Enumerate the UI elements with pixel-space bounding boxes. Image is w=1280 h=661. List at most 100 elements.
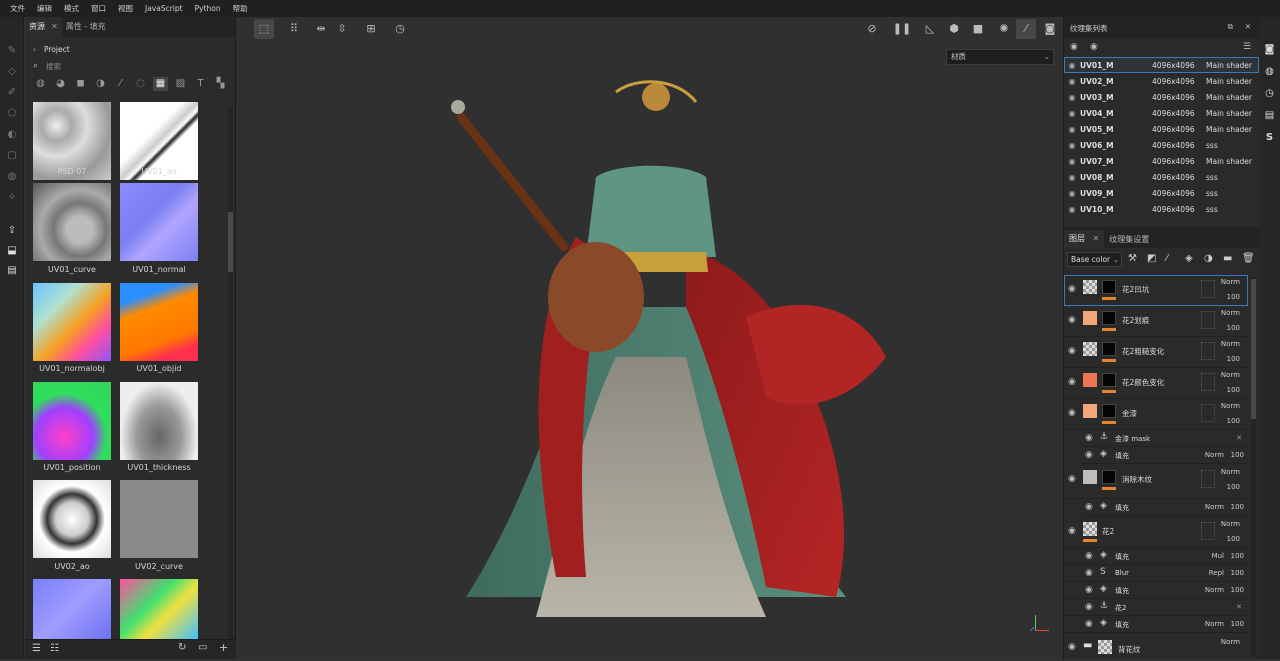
eye-icon[interactable]: ◉ (1085, 602, 1093, 612)
eye-icon[interactable]: ◉ (1064, 77, 1080, 86)
menu-file[interactable]: 文件 (10, 3, 25, 14)
blend-mode[interactable]: Mul (1212, 552, 1224, 560)
texture-thumbnail[interactable] (33, 579, 111, 639)
opacity-value[interactable]: 100 (1227, 386, 1240, 394)
blend-mode[interactable]: Norm (1205, 620, 1224, 628)
eye-icon[interactable]: ◉ (1064, 205, 1080, 214)
list-view-icon[interactable]: ☰ (32, 643, 41, 654)
layer-row[interactable]: ◉ 花2粗糙变化 Norm 100 (1064, 337, 1248, 368)
close-icon[interactable]: ✕ (1245, 22, 1251, 31)
tab-properties[interactable]: 属性 - 填充 (62, 17, 110, 37)
add-fill-layer-icon[interactable]: ◈ (1185, 253, 1193, 264)
eye-icon[interactable]: ◉ (1085, 585, 1093, 595)
eye-icon[interactable]: ◉ (1064, 125, 1080, 134)
mask-thumbnail[interactable] (1102, 373, 1116, 387)
texture-thumbnail[interactable] (33, 382, 111, 460)
screenshot-icon[interactable]: ◙ (1040, 19, 1060, 39)
clone-icon[interactable]: ▢ (6, 150, 18, 162)
opacity-value[interactable]: 100 (1231, 569, 1244, 577)
symmetry-icon[interactable]: ⇹ (311, 19, 331, 39)
opacity-value[interactable]: 100 (1227, 417, 1240, 425)
mask-effect-row[interactable]: ◉ ◈ 填充 Norm 100 (1082, 447, 1248, 464)
opacity-value[interactable]: 100 (1231, 451, 1244, 459)
texture-thumbnail[interactable] (33, 480, 111, 558)
menu-javascript[interactable]: JavaScript (145, 4, 183, 13)
texture-thumbnail[interactable] (120, 283, 198, 361)
tab-layers[interactable]: 图层 ✕ (1064, 230, 1105, 248)
eye-icon[interactable]: ◉ (1068, 284, 1076, 294)
menu-python[interactable]: Python (195, 4, 221, 13)
assets-scroll-thumb[interactable] (228, 212, 233, 272)
mask-thumbnail[interactable] (1102, 280, 1116, 294)
pause-icon[interactable]: ❚❚ (892, 19, 912, 39)
opacity-value[interactable]: 100 (1231, 503, 1244, 511)
viewport[interactable]: ⬚ ⠿ ⇹ ⇳ ⊞ ◷ ⊘ ❚❚ ◺ ⬢ ■ ✺ ⁄ ◙ (236, 17, 1062, 659)
history-icon[interactable]: ◷ (390, 19, 410, 39)
history-icon[interactable]: ◷ (1263, 87, 1276, 100)
close-icon[interactable]: ✕ (1236, 603, 1242, 611)
filter-smart-masks-icon[interactable]: ◑ (93, 77, 108, 91)
camera-icon[interactable]: ■ (968, 19, 988, 39)
visibility-toggle-icon[interactable]: ◉ (1070, 42, 1078, 52)
eye-icon[interactable]: ◉ (1090, 42, 1098, 52)
substance-icon[interactable]: S (1263, 131, 1276, 144)
eye-icon[interactable]: ◉ (1068, 642, 1076, 652)
opacity-value[interactable]: 100 (1227, 535, 1240, 543)
filter-alphas-icon[interactable]: ◌ (133, 77, 148, 91)
align-icon[interactable]: ⇳ (332, 19, 352, 39)
texture-set-row[interactable]: ◉ UV07_M 4096x4096 Main shader (1064, 153, 1259, 169)
texture-set-row[interactable]: ◉ UV05_M 4096x4096 Main shader (1064, 121, 1259, 137)
mask-thumbnail[interactable] (1102, 342, 1116, 356)
close-icon[interactable]: ✕ (1093, 234, 1100, 243)
texture-set-row[interactable]: ◉ UV10_M 4096x4096 sss (1064, 201, 1259, 217)
blend-mode[interactable]: Norm (1221, 468, 1240, 476)
opacity-value[interactable]: 100 (1231, 586, 1244, 594)
blend-mode[interactable]: Norm (1221, 638, 1240, 646)
document-icon[interactable]: ▤ (6, 265, 18, 277)
tab-texture-set-settings[interactable]: 纹理集设置 (1104, 234, 1154, 245)
add-effect-icon[interactable]: ⚒ (1128, 253, 1137, 264)
filter-environments-icon[interactable]: ▨ (173, 77, 188, 91)
texture-set-row[interactable]: ◉ UV09_M 4096x4096 sss (1064, 185, 1259, 201)
eye-icon[interactable]: ◉ (1068, 346, 1076, 356)
hide-icon[interactable]: ⊘ (862, 19, 882, 39)
layer-row[interactable]: ◉ 花2划痕 Norm 100 (1064, 306, 1248, 337)
eye-icon[interactable]: ◉ (1068, 377, 1076, 387)
project-tree-item[interactable]: › Project (25, 41, 235, 57)
effects-icon[interactable]: ✺ (994, 19, 1014, 39)
filter-materials-icon[interactable]: ◍ (33, 77, 48, 91)
texture-thumbnail[interactable] (33, 183, 111, 261)
eye-icon[interactable]: ◉ (1085, 551, 1093, 561)
menu-edit[interactable]: 编辑 (37, 3, 52, 14)
menu-icon[interactable]: ☰ (1243, 42, 1251, 52)
selection-mode-icon[interactable]: ⬚ (254, 19, 274, 39)
popout-icon[interactable]: ⧉ (1228, 22, 1233, 32)
filter-fonts-icon[interactable]: T (193, 77, 208, 91)
channel-select[interactable]: Base color ⌄ (1067, 252, 1122, 267)
effect-row[interactable]: ◉ ◈ 填充 Norm 100 (1064, 616, 1248, 633)
eye-icon[interactable]: ◉ (1085, 450, 1093, 460)
filter-smart-materials-icon[interactable]: ◕ (53, 77, 68, 91)
eye-icon[interactable]: ◉ (1064, 157, 1080, 166)
texture-set-row[interactable]: ◉ UV02_M 4096x4096 Main shader (1064, 73, 1259, 89)
effect-row[interactable]: ◉ S Blur Repl 100 (1064, 565, 1248, 582)
blend-mode[interactable]: Norm (1205, 586, 1224, 594)
mask-thumbnail[interactable] (1102, 470, 1116, 484)
layer-row[interactable]: ◉ 花2凹坑 Norm 100 (1064, 275, 1248, 306)
layer-row[interactable]: ◉ 金漆 Norm 100 (1064, 399, 1248, 430)
frame-icon[interactable]: ⊞ (361, 19, 381, 39)
projection-icon[interactable]: ✐ (6, 87, 18, 99)
texture-set-row[interactable]: ◉ UV01_M 4096x4096 Main shader (1064, 57, 1259, 73)
bake-icon[interactable]: ⬓ (6, 245, 18, 257)
blend-mode[interactable]: Repl (1209, 569, 1224, 577)
material-mode-select[interactable]: 材质 ⌄ (946, 49, 1054, 65)
add-smart-mask-icon[interactable]: ◑ (1204, 253, 1213, 264)
eye-icon[interactable]: ◉ (1068, 474, 1076, 484)
menu-view[interactable]: 视图 (118, 3, 133, 14)
blend-mode[interactable]: Norm (1221, 278, 1240, 286)
cube-icon[interactable]: ⬢ (944, 19, 964, 39)
layer-row[interactable]: ◉ 花2颜色变化 Norm 100 (1064, 368, 1248, 399)
refresh-icon[interactable]: ↻ (178, 642, 186, 653)
eye-icon[interactable]: ◉ (1068, 315, 1076, 325)
eye-icon[interactable]: ◉ (1064, 141, 1080, 150)
